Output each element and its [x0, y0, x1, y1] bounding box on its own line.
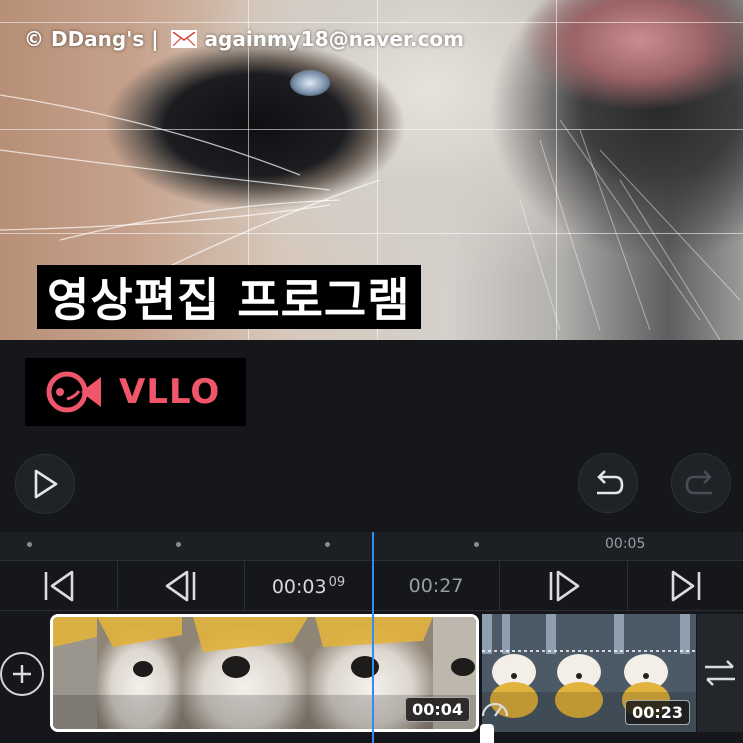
grid-line: [0, 233, 743, 234]
swap-icon: [705, 660, 735, 686]
redo-icon: [685, 470, 712, 495]
ruler-time-label: 00:05: [605, 536, 646, 552]
skip-to-end-button[interactable]: [628, 561, 743, 611]
add-clip-button[interactable]: [0, 652, 44, 696]
total-duration-display: 00:27: [373, 561, 500, 611]
grid-line: [556, 0, 557, 340]
ruler-tick: [474, 542, 479, 547]
envelope-icon: [170, 30, 197, 48]
ruler-tick: [27, 542, 32, 547]
total-duration: 00:27: [408, 575, 464, 597]
add-clip-icon: [13, 665, 31, 683]
prev-frame-icon: [165, 570, 196, 602]
vllo-logo: VLLO: [25, 358, 246, 426]
skip-to-end-icon: [671, 570, 700, 602]
current-time-display: 00:03 09: [245, 561, 373, 611]
undo-icon: [597, 470, 624, 495]
watermark: © DDang's | againmy18@naver.com: [24, 27, 464, 51]
next-frame-icon: [549, 570, 579, 602]
next-frame-button[interactable]: [500, 561, 628, 611]
redo-button[interactable]: [671, 453, 731, 513]
clip-duration-badge: 00:04: [405, 697, 470, 722]
logo-text: VLLO: [119, 372, 221, 412]
video-preview[interactable]: © DDang's | againmy18@naver.com 영상편집 프로그…: [0, 0, 743, 340]
grid-line: [0, 129, 743, 130]
grid-line: [0, 22, 743, 23]
watermark-author: © DDang's |: [24, 27, 159, 51]
playhead[interactable]: [372, 532, 374, 743]
skip-to-start-icon: [44, 570, 73, 602]
clip-trim-handle[interactable]: [480, 724, 494, 743]
play-icon: [34, 469, 58, 499]
play-button[interactable]: [15, 454, 75, 514]
ruler-tick: [325, 542, 330, 547]
watermark-email: againmy18@naver.com: [204, 27, 465, 51]
ruler-tick: [176, 542, 181, 547]
clip-duration-badge: 00:23: [625, 700, 690, 725]
current-frames: 09: [328, 574, 346, 590]
video-clip-selected[interactable]: 00:04: [50, 614, 479, 732]
speed-icon[interactable]: [480, 697, 510, 719]
video-clip[interactable]: 00:23: [482, 614, 696, 732]
current-time: 00:03: [271, 575, 327, 598]
undo-button[interactable]: [578, 453, 638, 513]
title-banner: 영상편집 프로그램: [37, 265, 421, 329]
prev-frame-button[interactable]: [118, 561, 245, 611]
fish-icon: [46, 371, 101, 413]
swap-button[interactable]: [697, 614, 743, 732]
skip-to-start-button[interactable]: [0, 561, 118, 611]
